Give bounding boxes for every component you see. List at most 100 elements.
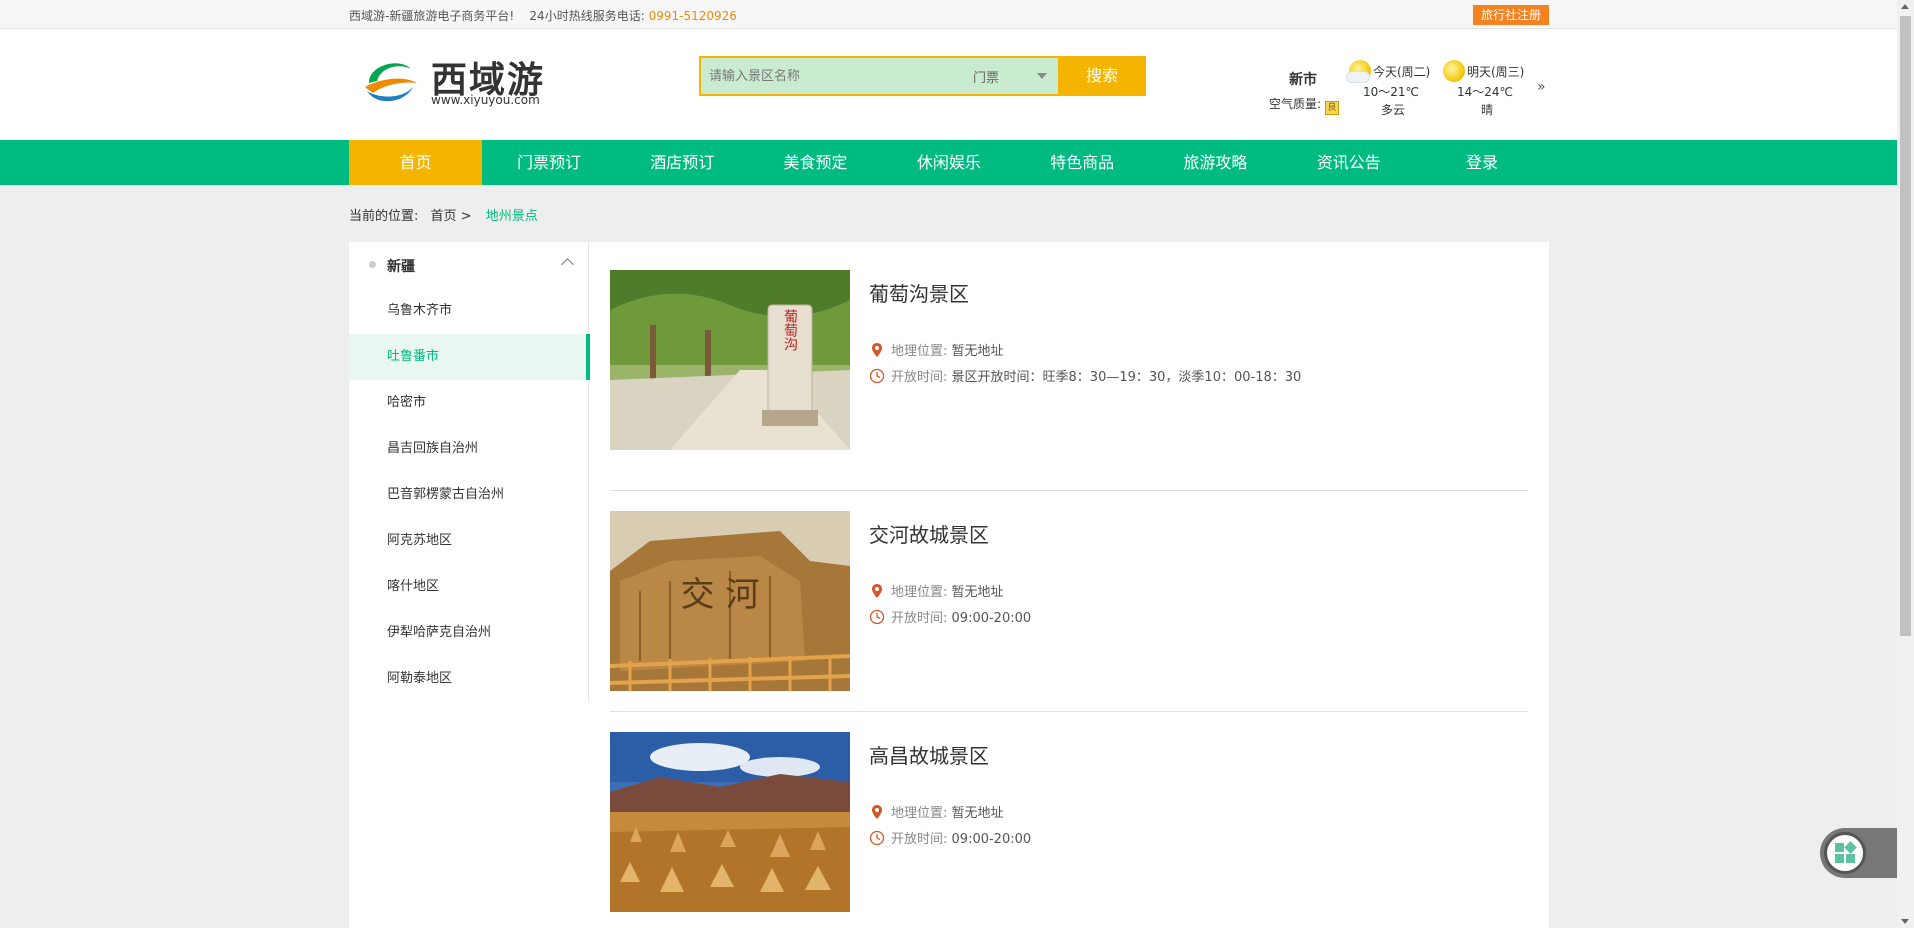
- nav-item-hotels[interactable]: 酒店预订: [616, 140, 749, 185]
- scroll-up-icon[interactable]: [1901, 4, 1909, 9]
- breadcrumb-current: 地州景点: [485, 209, 538, 224]
- location-label: 地理位置:: [891, 344, 948, 359]
- location-pin-icon: [872, 584, 882, 598]
- sidebar-item-kashgar[interactable]: 喀什地区: [349, 564, 589, 610]
- chevron-down-icon[interactable]: [1037, 73, 1047, 79]
- air-quality: 空气质量: 良: [1269, 95, 1340, 115]
- nav-item-home[interactable]: 首页: [349, 140, 483, 185]
- air-quality-label: 空气质量:: [1269, 97, 1322, 111]
- sidebar-item-hami[interactable]: 哈密市: [349, 380, 589, 426]
- weather-condition: 晴: [1481, 103, 1494, 117]
- hours-value: 09:00-20:00: [951, 611, 1032, 626]
- location-pin-icon: [872, 805, 882, 819]
- list-item: 高昌故城景区 地理位置: 暂无地址 开放时间: 09:00-20:00: [610, 712, 1528, 928]
- scenic-name[interactable]: 高昌故城景区: [869, 740, 989, 769]
- location-label: 地理位置:: [891, 585, 948, 600]
- agency-register-button[interactable]: 旅行社注册: [1472, 5, 1549, 25]
- logo[interactable]: 西域游 www.xiyuyou.com: [359, 49, 559, 109]
- header: 西域游 www.xiyuyou.com 门票 搜索 新市 空气质量:良 今天(周…: [0, 29, 1897, 140]
- page-scrollbar[interactable]: [1897, 0, 1914, 928]
- sidebar-item-changji[interactable]: 昌吉回族自治州: [349, 426, 589, 472]
- sidebar-item-ili[interactable]: 伊犁哈萨克自治州: [349, 610, 589, 656]
- sidebar-item-turpan[interactable]: 吐鲁番市: [349, 334, 590, 380]
- scenic-photo-inscription: 葡萄沟: [782, 309, 798, 352]
- scenic-photo[interactable]: [610, 732, 850, 912]
- weather-more-icon[interactable]: »: [1537, 79, 1546, 95]
- breadcrumb: 当前的位置: 首页 > 地州景点: [349, 205, 538, 224]
- weather-today: 今天(周二) 10～21℃ 多云: [1346, 59, 1439, 129]
- top-message: 西域游-新疆旅游电子商务平台! 24小时热线服务电话: 0991-5120926: [349, 7, 737, 24]
- nav-item-products[interactable]: 特色商品: [1015, 140, 1148, 185]
- sidebar-region-header[interactable]: 新疆: [349, 242, 589, 288]
- logo-swirl-icon: [365, 63, 417, 102]
- scenic-name[interactable]: 葡萄沟景区: [869, 278, 969, 307]
- air-quality-badge: 良: [1325, 101, 1340, 115]
- weather-day: 明天(周三): [1467, 65, 1525, 79]
- clock-icon: [869, 830, 885, 846]
- chevron-up-icon[interactable]: [561, 258, 574, 271]
- hours-label: 开放时间:: [891, 370, 948, 385]
- weather-temp: 14～24℃: [1457, 85, 1514, 99]
- nav-item-login[interactable]: 登录: [1415, 140, 1548, 185]
- scenic-name[interactable]: 交河故城景区: [869, 519, 989, 548]
- city-name[interactable]: 新市: [1289, 69, 1317, 89]
- scenic-location: 地理位置: 暂无地址: [869, 340, 1004, 359]
- top-bar: 西域游-新疆旅游电子商务平台! 24小时热线服务电话: 0991-5120926…: [0, 0, 1897, 29]
- sidebar-item-urumqi[interactable]: 乌鲁木齐市: [349, 288, 589, 334]
- sidebar-item-bayingolin[interactable]: 巴音郭楞蒙古自治州: [349, 472, 589, 518]
- sun-icon: [1443, 60, 1465, 82]
- search-button[interactable]: 搜索: [1058, 56, 1146, 96]
- weather-day: 今天(周二): [1373, 65, 1431, 79]
- search-type-select[interactable]: 门票: [973, 67, 999, 86]
- scenic-photo[interactable]: 葡萄沟: [610, 270, 850, 450]
- location-value: 暂无地址: [951, 344, 1004, 359]
- scenic-spot-list: 葡萄沟 葡萄沟景区 地理位置: 暂无地址 开放时间: 景区开放时间：旺季8：30…: [610, 270, 1528, 928]
- scenic-location: 地理位置: 暂无地址: [869, 581, 1004, 600]
- weather-tomorrow: 明天(周三) 14～24℃ 晴: [1443, 59, 1533, 129]
- nav-item-news[interactable]: 资讯公告: [1282, 140, 1415, 185]
- weather-condition: 多云: [1381, 103, 1406, 117]
- sidebar-region-label: 新疆: [387, 259, 415, 275]
- search-input[interactable]: [709, 65, 959, 87]
- nav-item-tickets[interactable]: 门票预订: [482, 140, 615, 185]
- sidebar-item-aksu[interactable]: 阿克苏地区: [349, 518, 589, 564]
- clock-icon: [869, 368, 885, 384]
- scenic-hours: 开放时间: 09:00-20:00: [869, 828, 1031, 847]
- nav-item-leisure[interactable]: 休闲娱乐: [882, 140, 1015, 185]
- hours-label: 开放时间:: [891, 832, 948, 847]
- hours-label: 开放时间:: [891, 611, 948, 626]
- weather-temp: 10～21℃: [1363, 85, 1420, 99]
- hours-value: 景区开放时间：旺季8：30—19：30，淡季10：00-18：30: [951, 370, 1302, 385]
- scenic-hours: 开放时间: 景区开放时间：旺季8：30—19：30，淡季10：00-18：30: [869, 366, 1301, 385]
- hotline-number: 0991-5120926: [648, 9, 737, 23]
- breadcrumb-label: 当前的位置:: [349, 209, 419, 224]
- hours-value: 09:00-20:00: [951, 832, 1032, 847]
- scrollbar-thumb[interactable]: [1900, 16, 1911, 636]
- region-sidebar: 新疆 乌鲁木齐市 吐鲁番市 哈密市 昌吉回族自治州 巴音郭楞蒙古自治州 阿克苏地…: [349, 242, 590, 702]
- widget-ring: [1824, 832, 1866, 874]
- scenic-location: 地理位置: 暂无地址: [869, 802, 1004, 821]
- scenic-photo[interactable]: 交 河: [610, 511, 850, 691]
- location-value: 暂无地址: [951, 806, 1004, 821]
- floating-service-widget[interactable]: [1820, 828, 1897, 878]
- list-item: 葡萄沟 葡萄沟景区 地理位置: 暂无地址 开放时间: 景区开放时间：旺季8：30…: [610, 270, 1528, 491]
- search-bar: 门票 搜索: [699, 56, 1146, 96]
- logo-url: www.xiyuyou.com: [431, 93, 540, 107]
- apps-grid-icon: [1835, 841, 1857, 863]
- location-label: 地理位置:: [891, 806, 948, 821]
- list-item: 交 河 交河故城景区 地理位置: 暂无地址 开放时间: 09:00-20:00: [610, 491, 1528, 712]
- scroll-down-icon[interactable]: [1901, 919, 1909, 924]
- slogan: 西域游-新疆旅游电子商务平台!: [349, 9, 515, 23]
- breadcrumb-home-link[interactable]: 首页 >: [431, 209, 472, 224]
- hotline-label: 24小时热线服务电话:: [529, 9, 645, 23]
- cloud-icon: [1346, 71, 1370, 83]
- location-value: 暂无地址: [951, 585, 1004, 600]
- nav-item-food[interactable]: 美食预定: [749, 140, 882, 185]
- sidebar-list: 乌鲁木齐市 吐鲁番市 哈密市 昌吉回族自治州 巴音郭楞蒙古自治州 阿克苏地区 喀…: [349, 288, 590, 702]
- content-panel: 新疆 乌鲁木齐市 吐鲁番市 哈密市 昌吉回族自治州 巴音郭楞蒙古自治州 阿克苏地…: [349, 242, 1549, 928]
- bullet-icon: [369, 261, 376, 268]
- nav-item-guides[interactable]: 旅游攻略: [1149, 140, 1282, 185]
- scenic-photo-inscription: 交 河: [681, 575, 760, 615]
- sidebar-item-altay[interactable]: 阿勒泰地区: [349, 656, 589, 702]
- location-pin-icon: [872, 343, 882, 357]
